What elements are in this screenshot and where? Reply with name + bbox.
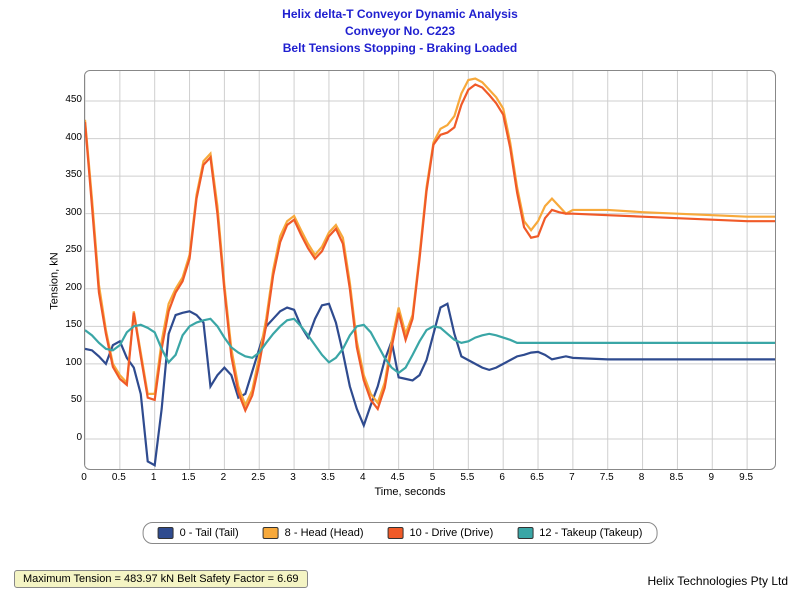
y-tick: 350 (42, 169, 82, 180)
y-tick: 150 (42, 319, 82, 330)
legend-swatch (263, 527, 279, 539)
x-tick: 1.5 (182, 472, 196, 483)
x-tick: 8.5 (669, 472, 683, 483)
x-tick: 2 (221, 472, 227, 483)
x-tick: 9.5 (739, 472, 753, 483)
title-line3: Belt Tensions Stopping - Braking Loaded (0, 40, 800, 57)
legend-swatch (158, 527, 174, 539)
title-line1: Helix delta-T Conveyor Dynamic Analysis (0, 6, 800, 23)
x-tick: 6 (499, 472, 505, 483)
x-tick: 1 (151, 472, 157, 483)
x-tick: 6.5 (530, 472, 544, 483)
y-tick: 50 (42, 394, 82, 405)
y-tick: 450 (42, 94, 82, 105)
legend-item: 10 - Drive (Drive) (388, 527, 494, 539)
legend: 0 - Tail (Tail) 8 - Head (Head) 10 - Drive… (143, 522, 658, 544)
plot-region (84, 70, 776, 470)
chart-area: Tension, kN Time, seconds 05010015020025… (40, 62, 780, 500)
x-tick: 3.5 (321, 472, 335, 483)
legend-item: 12 - Takeup (Takeup) (517, 527, 642, 539)
legend-label: 12 - Takeup (Takeup) (539, 527, 642, 539)
y-tick: 100 (42, 357, 82, 368)
legend-label: 10 - Drive (Drive) (410, 527, 494, 539)
legend-label: 0 - Tail (Tail) (180, 527, 239, 539)
chart-title: Helix delta-T Conveyor Dynamic Analysis … (0, 0, 800, 56)
company-label: Helix Technologies Pty Ltd (647, 574, 788, 588)
legend-swatch (388, 527, 404, 539)
x-tick: 3 (290, 472, 296, 483)
title-line2: Conveyor No. C223 (0, 23, 800, 40)
x-tick: 9 (708, 472, 714, 483)
y-tick: 200 (42, 282, 82, 293)
x-tick: 5 (430, 472, 436, 483)
x-tick: 4 (360, 472, 366, 483)
x-tick: 7.5 (600, 472, 614, 483)
x-tick: 0 (81, 472, 87, 483)
x-tick: 0.5 (112, 472, 126, 483)
legend-label: 8 - Head (Head) (285, 527, 364, 539)
legend-item: 8 - Head (Head) (263, 527, 364, 539)
x-tick: 4.5 (391, 472, 405, 483)
y-tick: 0 (42, 432, 82, 443)
x-tick: 7 (569, 472, 575, 483)
legend-item: 0 - Tail (Tail) (158, 527, 239, 539)
y-tick: 400 (42, 132, 82, 143)
x-tick: 2.5 (251, 472, 265, 483)
legend-swatch (517, 527, 533, 539)
y-tick: 300 (42, 207, 82, 218)
x-tick: 8 (639, 472, 645, 483)
x-axis-label: Time, seconds (374, 486, 445, 498)
y-tick: 250 (42, 244, 82, 255)
x-tick: 5.5 (460, 472, 474, 483)
status-bar: Maximum Tension = 483.97 kN Belt Safety … (14, 570, 308, 588)
